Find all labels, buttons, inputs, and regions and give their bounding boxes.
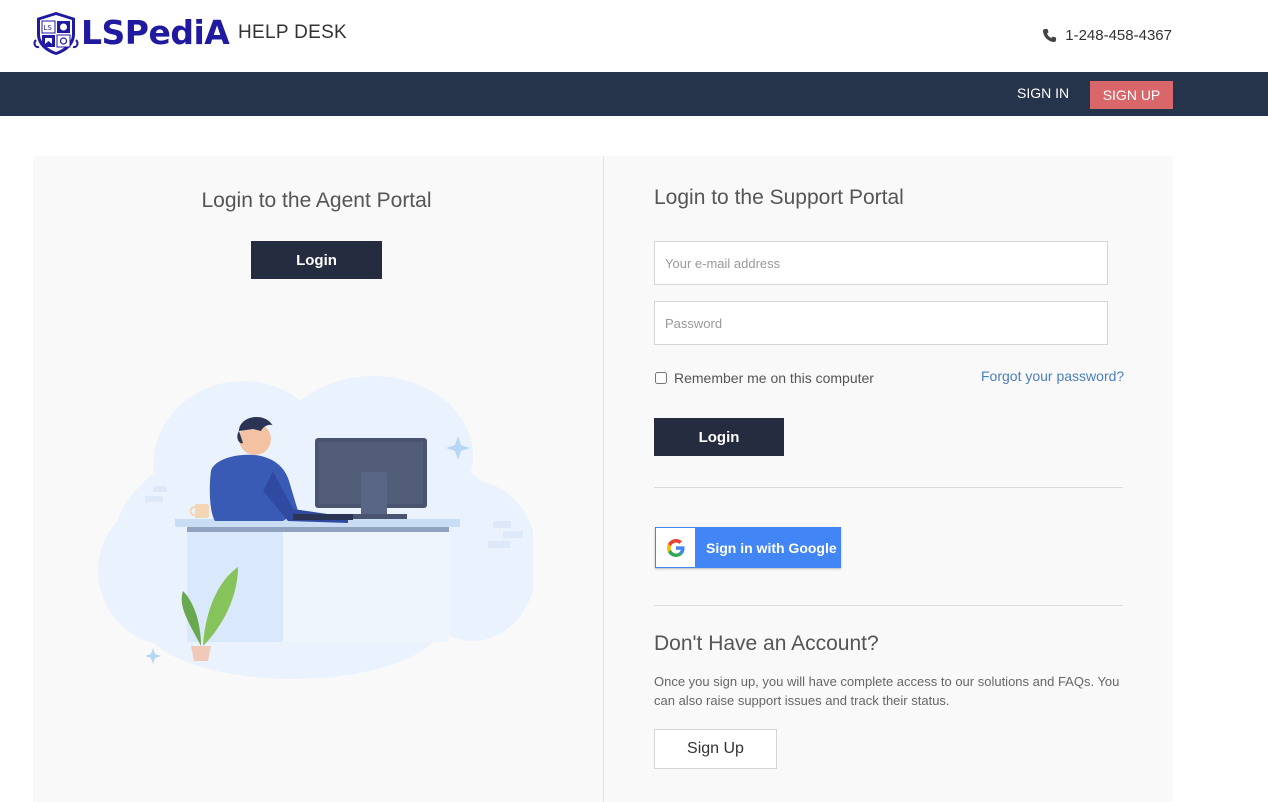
section-divider: [654, 605, 1123, 606]
nav-signup-button[interactable]: SIGN UP: [1090, 81, 1173, 109]
agent-at-desk-illustration: [98, 376, 533, 679]
google-signin-button[interactable]: Sign in with Google: [655, 527, 841, 568]
top-navbar: SIGN IN SIGN UP: [0, 72, 1268, 116]
login-panel: Login to the Agent Portal Login Login to…: [33, 156, 1173, 802]
google-signin-label: Sign in with Google: [706, 539, 837, 556]
helpdesk-label: HELP DESK: [238, 22, 348, 43]
signup-button[interactable]: Sign Up: [654, 729, 777, 769]
google-icon-box: [656, 528, 695, 567]
section-divider: [654, 487, 1123, 488]
agent-login-button[interactable]: Login: [251, 241, 382, 279]
agent-portal-title: Login to the Agent Portal: [201, 189, 432, 212]
lspedia-shield-icon: LS: [33, 12, 79, 55]
remember-me-checkbox[interactable]: [655, 372, 667, 384]
no-account-description: Once you sign up, you will have complete…: [654, 674, 1120, 708]
phone-number: 1-248-458-4367: [1065, 27, 1172, 44]
brand-logo[interactable]: LS LSPediA: [33, 10, 230, 56]
vertical-divider: [603, 156, 604, 802]
remember-me[interactable]: Remember me on this computer: [655, 370, 874, 386]
header: LS LSPediA HELP DESK 1-248-458-4367: [0, 0, 1268, 72]
svg-text:LS: LS: [44, 24, 53, 32]
remember-me-label: Remember me on this computer: [674, 370, 874, 386]
phone-contact: 1-248-458-4367: [1042, 27, 1172, 44]
forgot-password-link[interactable]: Forgot your password?: [981, 368, 1124, 384]
email-field[interactable]: [654, 241, 1108, 285]
phone-icon: [1043, 28, 1057, 43]
password-field[interactable]: [654, 301, 1108, 345]
support-portal-title: Login to the Support Portal: [654, 186, 904, 209]
google-icon: [666, 538, 685, 557]
no-account-title: Don't Have an Account?: [654, 632, 879, 655]
nav-signin-link[interactable]: SIGN IN: [1017, 85, 1069, 101]
support-login-button[interactable]: Login: [654, 418, 784, 456]
brand-name: LSPediA: [81, 13, 230, 52]
